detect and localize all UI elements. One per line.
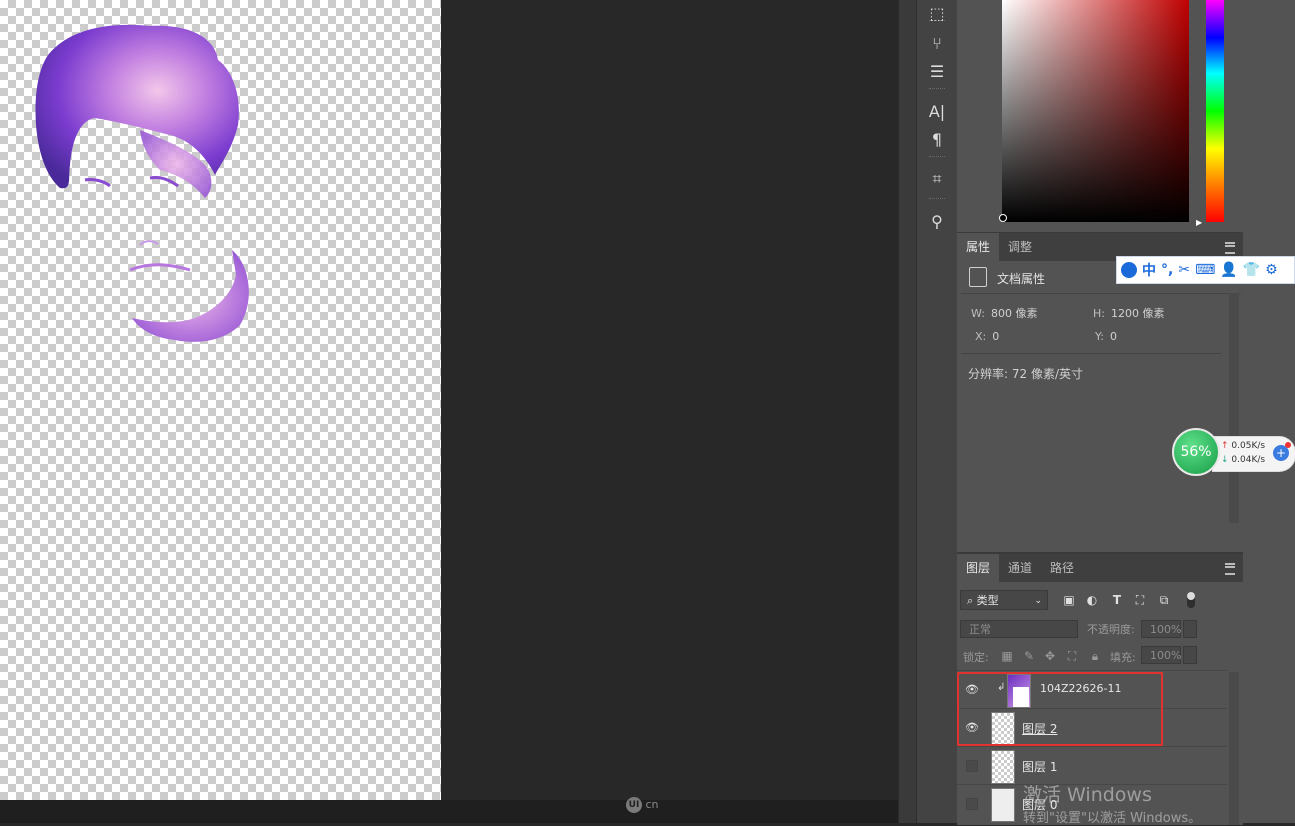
filter-search-icon: ⌕ (967, 594, 974, 607)
ime-punctuation-icon[interactable]: °, (1161, 262, 1173, 278)
height-label: H: (1093, 307, 1105, 320)
panel-dock-icons: ⬚ ⑂ ☰ A| ¶ ⌗ ⚲ (916, 0, 958, 823)
tab-channels[interactable]: 通道 (999, 554, 1041, 582)
speed-panel: ↑ 0.05K/s ↓ 0.04K/s + (1212, 436, 1295, 472)
layer-thumbnail (991, 750, 1015, 784)
ime-scissors-icon[interactable]: ✂ (1178, 262, 1190, 278)
x-value[interactable]: 0 (992, 330, 999, 343)
ime-chinese-mode[interactable]: 中 (1142, 260, 1156, 280)
divider (961, 353, 1221, 354)
divider (961, 293, 1241, 294)
filter-label: 类型 (976, 594, 999, 607)
filter-smart-object-icon[interactable]: ⧉ (1156, 592, 1172, 608)
lock-position-icon[interactable]: ✥ (1042, 648, 1058, 664)
layer-filter-select[interactable]: ⌕ 类型 ⌄ (960, 590, 1048, 610)
ime-user-icon[interactable]: 👤 (1220, 262, 1237, 278)
fill-label: 填充: (1110, 651, 1136, 664)
document-icon (969, 267, 987, 287)
properties-scrollbar[interactable] (1229, 293, 1239, 523)
layers-scrollbar[interactable] (1229, 672, 1239, 825)
width-value[interactable]: 800 像素 (991, 307, 1038, 320)
ime-settings-icon[interactable]: ⚙ (1265, 262, 1278, 278)
properties-menu-icon[interactable] (1225, 242, 1235, 254)
activation-title: 激活 Windows (1023, 784, 1152, 806)
tab-layers[interactable]: 图层 (957, 554, 1000, 582)
download-arrow-icon: ↓ (1221, 455, 1229, 465)
notification-dot (1285, 442, 1291, 448)
upload-speed: 0.05K/s (1231, 441, 1266, 451)
y-label: Y: (1095, 330, 1104, 343)
resolution-text: 分辨率: 72 像素/英寸 (968, 367, 1083, 381)
hue-arrow-left-icon: ▶ (1196, 218, 1203, 227)
chevron-down-icon: ⌄ (1034, 596, 1042, 606)
download-speed: 0.04K/s (1231, 455, 1266, 465)
x-label: X: (975, 330, 987, 343)
path-selection-icon[interactable]: ⬚ (917, 0, 957, 26)
opacity-dropdown[interactable] (1183, 620, 1197, 638)
panel-collapse-strip[interactable] (898, 0, 917, 823)
filter-pixel-icon[interactable]: ▣ (1061, 592, 1077, 608)
filter-type-icon[interactable]: T (1109, 592, 1125, 608)
ime-logo-icon[interactable] (1121, 262, 1137, 278)
layer-thumbnail (991, 788, 1015, 822)
status-bar (0, 800, 898, 823)
ime-toolbar[interactable]: 中 °, ✂ ⌨ 👤 👕 ⚙ (1116, 256, 1295, 284)
lock-all-icon[interactable]: 🔒︎ (1087, 648, 1103, 664)
ime-skin-icon[interactable]: 👕 (1243, 262, 1260, 278)
color-field[interactable] (999, 0, 1189, 222)
tab-adjustments[interactable]: 调整 (999, 233, 1041, 261)
lock-pixels-icon[interactable]: ✎ (1021, 648, 1037, 664)
filter-toggle[interactable] (1187, 592, 1195, 608)
activation-subtitle: 转到"设置"以激活 Windows。 (1023, 811, 1202, 826)
layers-tabbar: 图层 通道 路径 (957, 554, 1243, 582)
layer-name[interactable]: 图层 1 (1022, 758, 1057, 775)
fill-input[interactable]: 100% (1141, 646, 1181, 664)
opacity-label: 不透明度: (1087, 623, 1135, 636)
brush-settings-icon[interactable]: ☰ (917, 58, 957, 84)
visibility-toggle[interactable] (966, 798, 978, 810)
workspace-area (441, 0, 898, 800)
paragraph-icon[interactable]: ¶ (917, 126, 957, 152)
doc-properties-label: 文档属性 (997, 272, 1046, 286)
fill-dropdown[interactable] (1183, 646, 1197, 664)
color-field-marker[interactable] (999, 214, 1007, 222)
panel-grip[interactable] (929, 156, 945, 159)
visibility-toggle[interactable] (966, 760, 978, 772)
site-watermark: UI cn (626, 797, 686, 817)
tab-paths[interactable]: 路径 (1041, 554, 1083, 582)
brush-tools-icon[interactable]: ⑂ (917, 30, 957, 56)
filter-adjustment-icon[interactable]: ◐ (1084, 592, 1100, 608)
y-value[interactable]: 0 (1110, 330, 1117, 343)
watermark-site: cn (645, 798, 659, 811)
layers-menu-icon[interactable] (1225, 563, 1235, 575)
lock-label: 锁定: (963, 651, 989, 664)
panel-grip[interactable] (929, 88, 945, 91)
document-canvas[interactable] (0, 0, 441, 800)
galaxy-hair-artwork (35, 24, 249, 342)
windows-activation-watermark: 激活 Windows 转到"设置"以激活 Windows。 (1023, 780, 1201, 826)
stamp-icon[interactable]: ⚲ (917, 208, 957, 234)
blend-mode-select[interactable]: 正常 (960, 620, 1078, 638)
character-icon[interactable]: A| (917, 98, 957, 124)
tab-properties[interactable]: 属性 (957, 233, 1000, 261)
opacity-input[interactable]: 100% (1141, 620, 1181, 638)
watermark-logo: UI (626, 797, 642, 813)
highlight-box (957, 672, 1163, 746)
ime-keyboard-icon[interactable]: ⌨ (1195, 262, 1215, 278)
network-speed-widget[interactable]: ↑ 0.05K/s ↓ 0.04K/s + 56% (1172, 428, 1295, 476)
upload-arrow-icon: ↑ (1221, 441, 1229, 451)
crop-icon[interactable]: ⌗ (917, 166, 957, 192)
panel-grip[interactable] (929, 198, 945, 201)
lock-transparent-icon[interactable]: ▦ (999, 648, 1015, 664)
lock-artboard-icon[interactable]: ⛶ (1064, 648, 1080, 664)
hue-slider[interactable] (1206, 0, 1224, 222)
filter-shape-icon[interactable]: ⛶ (1132, 592, 1148, 608)
memory-percent-ball[interactable]: 56% (1172, 428, 1220, 476)
width-label: W: (971, 307, 985, 320)
height-value[interactable]: 1200 像素 (1111, 307, 1165, 320)
